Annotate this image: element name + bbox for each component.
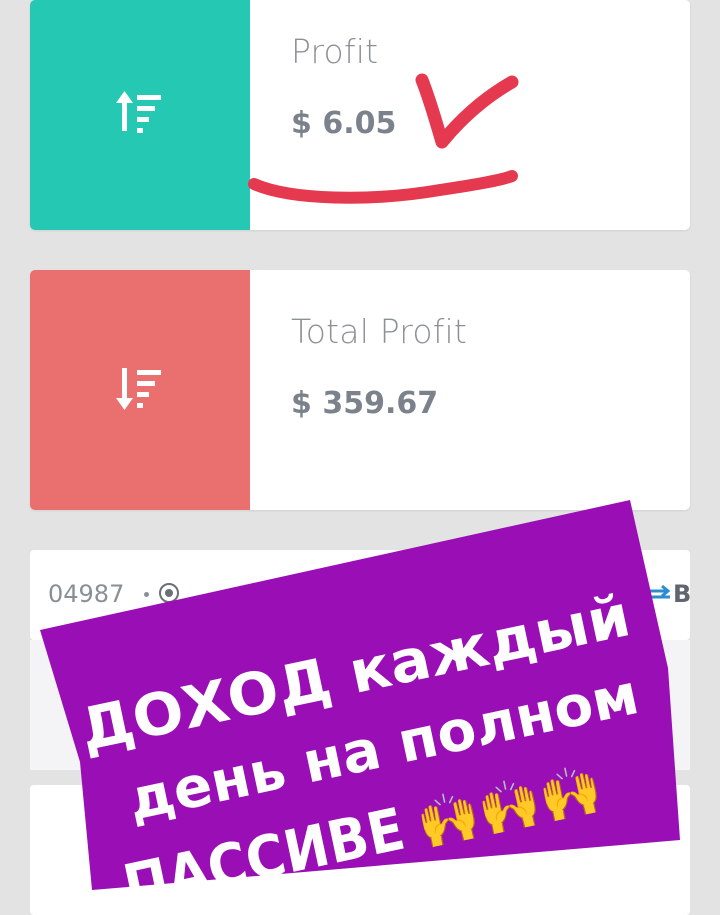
profit-icon-box — [30, 0, 250, 230]
ticker-suffix: B — [673, 580, 690, 608]
total-profit-card: Total Profit $ 359.67 — [30, 270, 690, 510]
total-profit-label: Total Profit — [291, 312, 468, 351]
total-profit-icon-box — [30, 270, 250, 510]
profit-label: Profit — [291, 32, 379, 71]
sort-ascending-icon — [116, 91, 161, 133]
hamburger-menu-icon[interactable] — [630, 815, 666, 843]
ticker-card: 04987 B — [30, 550, 690, 640]
separator-dot — [144, 592, 149, 597]
coin-icon — [159, 583, 179, 603]
profit-value: $ 6.05 — [291, 106, 397, 141]
ticker-text: 04987 — [48, 580, 125, 608]
bottom-card — [30, 785, 690, 915]
total-profit-value: $ 359.67 — [291, 386, 439, 421]
sort-descending-icon — [116, 368, 161, 410]
profit-card: Profit $ 6.05 — [30, 0, 690, 230]
content-panel — [30, 640, 690, 770]
transfer-arrow-icon — [648, 584, 671, 599]
